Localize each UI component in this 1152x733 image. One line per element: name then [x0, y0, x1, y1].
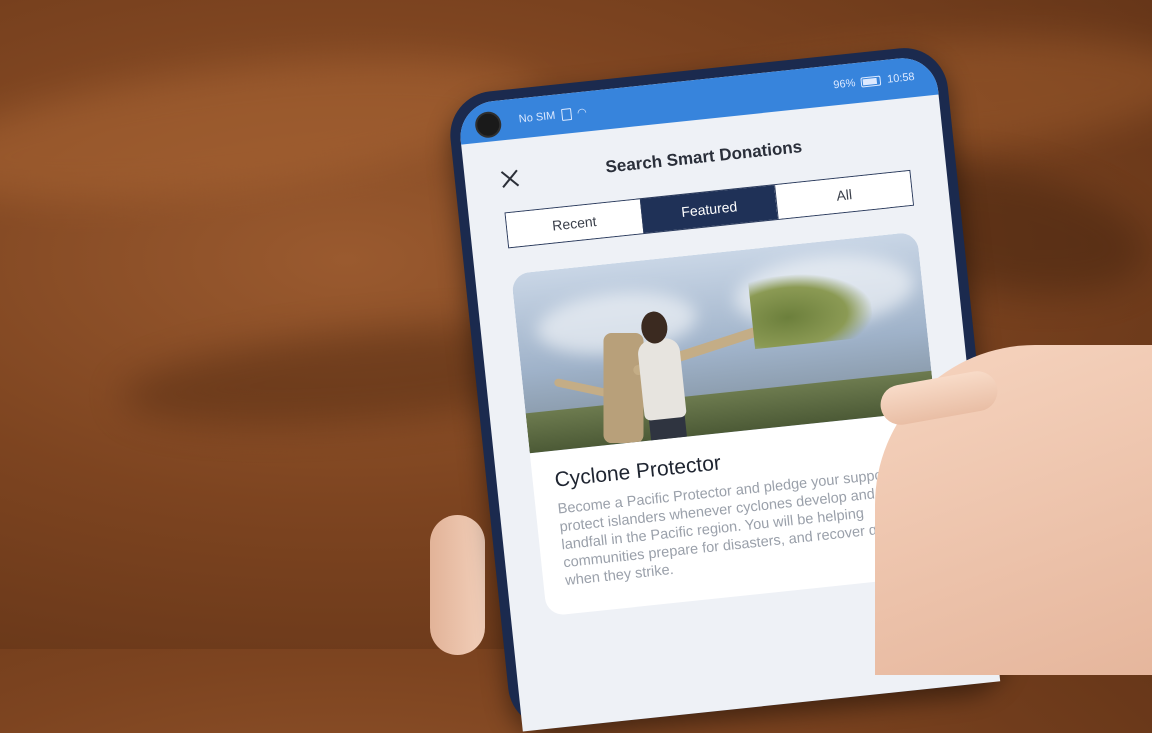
sim-icon [560, 107, 572, 121]
clock: 10:58 [886, 70, 916, 86]
person-body [636, 337, 687, 421]
status-right: 96% 10:58 [833, 71, 915, 91]
status-left: No SIM ◠ [518, 105, 587, 125]
tab-recent[interactable]: Recent [505, 199, 644, 248]
wifi-icon: ◠ [576, 106, 588, 120]
tab-all[interactable]: All [774, 170, 913, 219]
battery-icon [860, 75, 882, 88]
palm-frond [747, 266, 875, 350]
carrier-label: No SIM [518, 109, 556, 125]
left-hand-finger [430, 515, 485, 655]
front-camera [473, 110, 503, 140]
tab-featured[interactable]: Featured [639, 185, 779, 234]
battery-percent: 96% [832, 77, 856, 92]
